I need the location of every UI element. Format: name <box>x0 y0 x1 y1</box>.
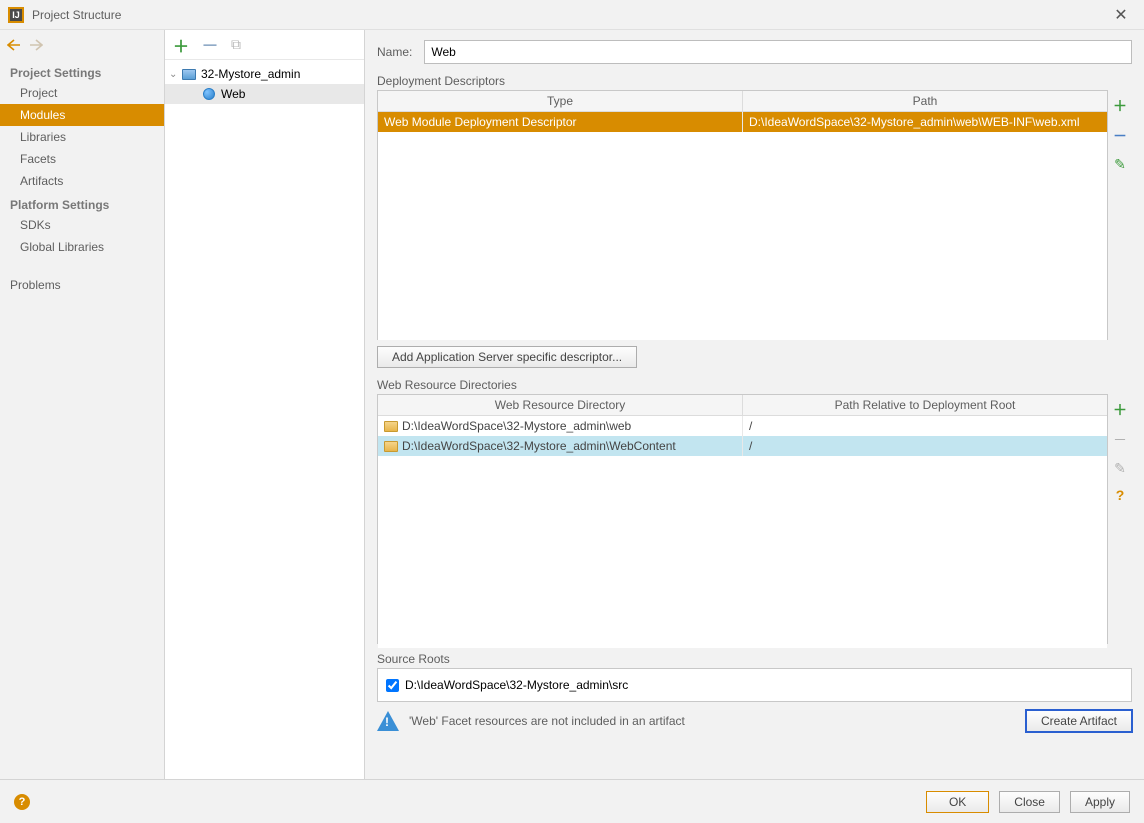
folder-icon <box>384 441 398 452</box>
edit-descriptor-icon[interactable]: ✎ <box>1114 156 1126 173</box>
caret-down-icon[interactable]: ⌄ <box>169 69 181 80</box>
add-resource-icon[interactable]: ＋ <box>1113 400 1127 420</box>
edit-resource-icon[interactable]: ✎ <box>1114 460 1126 477</box>
titlebar: IJ Project Structure ✕ <box>0 0 1144 30</box>
resource-dir: D:\IdeaWordSpace\32-Mystore_admin\web <box>402 419 631 433</box>
help-resource-icon[interactable]: ? <box>1116 487 1125 503</box>
sidebar-item-artifacts[interactable]: Artifacts <box>0 170 164 192</box>
resource-row[interactable]: D:\IdeaWordSpace\32-Mystore_admin\web / <box>378 416 1107 436</box>
help-icon[interactable]: ? <box>14 794 30 810</box>
add-descriptor-icon[interactable]: ＋ <box>1113 96 1127 116</box>
remove-resource-icon[interactable]: － <box>1113 430 1127 450</box>
deployment-col-path: Path <box>743 91 1107 111</box>
resource-row[interactable]: D:\IdeaWordSpace\32-Mystore_admin\WebCon… <box>378 436 1107 456</box>
sidebar-nav <box>0 30 164 60</box>
remove-descriptor-icon[interactable]: － <box>1113 126 1127 146</box>
source-root-checkbox[interactable] <box>386 679 399 692</box>
tree-module-row[interactable]: ⌄ 32-Mystore_admin <box>165 64 364 84</box>
warning-icon <box>377 711 399 731</box>
tree-module-label: 32-Mystore_admin <box>201 67 300 81</box>
create-artifact-button[interactable]: Create Artifact <box>1026 710 1132 732</box>
sidebar-item-facets[interactable]: Facets <box>0 148 164 170</box>
tree-facet-label: Web <box>221 87 245 101</box>
resources-tools: ＋ － ✎ ? <box>1108 394 1132 644</box>
sidebar: Project Settings Project Modules Librari… <box>0 30 165 779</box>
module-tree-pane: ＋ － ⧉ ⌄ 32-Mystore_admin Web <box>165 30 365 779</box>
dialog-footer: ? OK Close Apply <box>0 779 1144 823</box>
deployment-row-type: Web Module Deployment Descriptor <box>378 112 743 132</box>
sidebar-item-sdks[interactable]: SDKs <box>0 214 164 236</box>
sidebar-item-libraries[interactable]: Libraries <box>0 126 164 148</box>
warning-message: 'Web' Facet resources are not included i… <box>409 714 1016 728</box>
ok-button[interactable]: OK <box>926 791 989 813</box>
apply-button[interactable]: Apply <box>1070 791 1130 813</box>
sidebar-item-global-libraries[interactable]: Global Libraries <box>0 236 164 258</box>
resource-dir: D:\IdeaWordSpace\32-Mystore_admin\WebCon… <box>402 439 676 453</box>
copy-icon[interactable]: ⧉ <box>231 36 241 53</box>
module-icon <box>181 67 197 81</box>
nav-back-icon[interactable] <box>6 37 22 53</box>
sidebar-item-project[interactable]: Project <box>0 82 164 104</box>
sidebar-heading-project: Project Settings <box>0 60 164 82</box>
resources-table: Web Resource Directory Path Relative to … <box>377 394 1108 644</box>
deployment-row-path: D:\IdeaWordSpace\32-Mystore_admin\web\WE… <box>743 112 1107 132</box>
name-label: Name: <box>377 45 412 59</box>
resource-rel: / <box>743 416 1107 436</box>
source-roots-label: Source Roots <box>377 652 1132 666</box>
name-input[interactable] <box>424 40 1132 64</box>
content-pane: Name: Deployment Descriptors Type Path W… <box>365 30 1144 779</box>
resources-col-rel: Path Relative to Deployment Root <box>743 395 1107 415</box>
deployment-tools: ＋ － ✎ <box>1108 90 1132 340</box>
module-tree: ⌄ 32-Mystore_admin Web <box>165 60 364 108</box>
tree-facet-row[interactable]: Web <box>165 84 364 104</box>
sidebar-item-modules[interactable]: Modules <box>0 104 164 126</box>
resources-section-label: Web Resource Directories <box>377 378 1132 392</box>
folder-icon <box>384 421 398 432</box>
close-icon[interactable]: ✕ <box>1106 5 1136 25</box>
close-button[interactable]: Close <box>999 791 1060 813</box>
window-title: Project Structure <box>32 8 1106 22</box>
source-roots-box: D:\IdeaWordSpace\32-Mystore_admin\src <box>377 668 1132 702</box>
sidebar-heading-platform: Platform Settings <box>0 192 164 214</box>
tree-toolbar: ＋ － ⧉ <box>165 30 364 60</box>
remove-icon[interactable]: － <box>201 32 219 58</box>
resource-rel: / <box>743 436 1107 456</box>
deployment-section-label: Deployment Descriptors <box>377 74 1132 88</box>
sidebar-item-problems[interactable]: Problems <box>0 274 164 296</box>
app-icon: IJ <box>8 7 24 23</box>
deployment-col-type: Type <box>378 91 743 111</box>
nav-forward-icon[interactable] <box>28 37 44 53</box>
deployment-row[interactable]: Web Module Deployment Descriptor D:\Idea… <box>378 112 1107 132</box>
add-app-server-descriptor-button[interactable]: Add Application Server specific descript… <box>377 346 637 368</box>
deployment-table: Type Path Web Module Deployment Descript… <box>377 90 1108 340</box>
warning-row: 'Web' Facet resources are not included i… <box>377 710 1132 732</box>
resources-col-dir: Web Resource Directory <box>378 395 743 415</box>
add-icon[interactable]: ＋ <box>173 33 189 57</box>
web-facet-icon <box>201 87 217 101</box>
source-root-path: D:\IdeaWordSpace\32-Mystore_admin\src <box>405 678 628 692</box>
